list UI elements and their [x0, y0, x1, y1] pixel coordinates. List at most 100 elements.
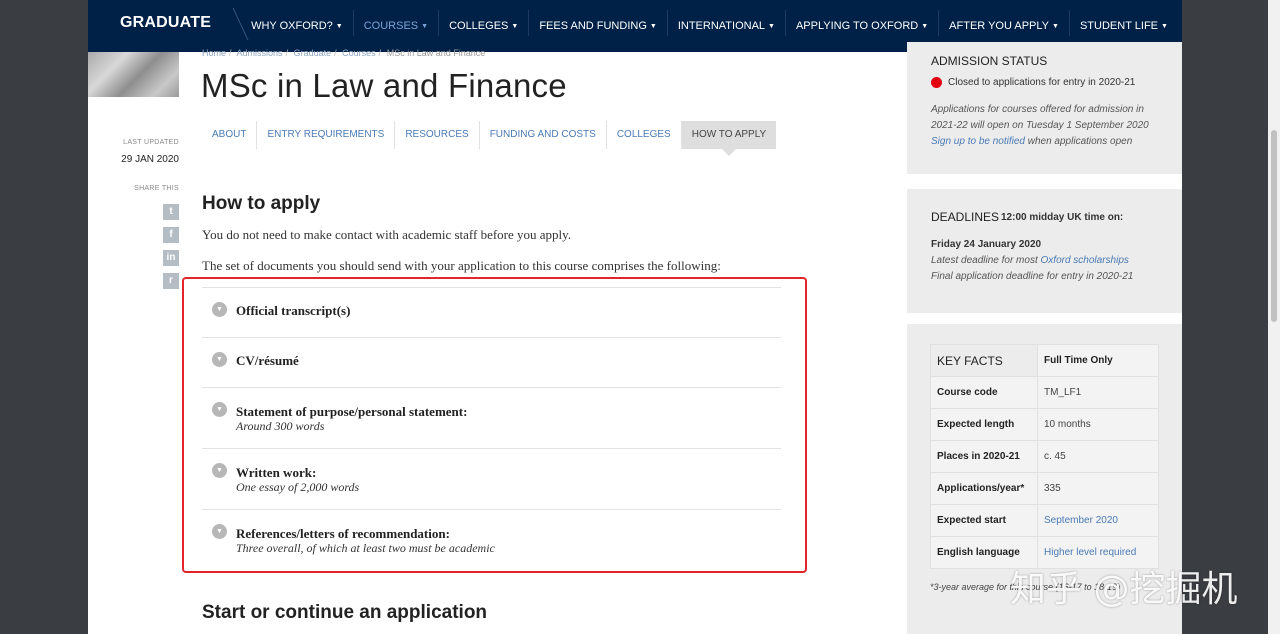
page-scrollbar[interactable]	[1268, 0, 1280, 634]
accordion-title: Official transcript(s)	[236, 303, 351, 318]
tab-about[interactable]: ABOUT	[202, 121, 258, 149]
admission-notify-line: Sign up to be notified when applications…	[931, 136, 1133, 147]
watermark: 知乎 @挖掘机	[1010, 569, 1238, 610]
nav-why-oxford[interactable]: WHY OXFORD? ▼	[241, 6, 353, 46]
chevron-down-icon: ▼	[212, 524, 227, 539]
section-heading: How to apply	[202, 193, 321, 214]
share-label: SHARE THIS	[134, 185, 179, 192]
breadcrumb-separator: /	[229, 48, 232, 58]
tab-funding-and-costs[interactable]: FUNDING AND COSTS	[480, 121, 607, 149]
expected-start-link[interactable]: September 2020	[1037, 504, 1159, 537]
accordion-item[interactable]: ▼ CV/résumé	[202, 337, 781, 387]
fact-key: Course code	[930, 376, 1038, 409]
scrollbar-thumb[interactable]	[1271, 130, 1277, 322]
deadlines-heading: DEADLINES	[931, 210, 1000, 224]
caret-down-icon: ▼	[421, 23, 429, 30]
brand-graduate[interactable]: GRADUATE	[88, 0, 241, 52]
breadcrumb: Home / Admissions / Graduate / Courses / MSc…	[202, 48, 488, 58]
deadline-date: Friday 24 January 2020	[931, 239, 1042, 250]
accordion-item[interactable]: ▼ Written work: One essay of 2,000 words	[202, 448, 781, 509]
fact-value: TM_LF1	[1037, 376, 1159, 409]
last-updated-value: 29 JAN 2020	[121, 154, 179, 165]
accordion-item[interactable]: ▼ Statement of purpose/personal statemen…	[202, 387, 781, 448]
nav-international[interactable]: INTERNATIONAL ▼	[668, 6, 785, 46]
accordion-title: Statement of purpose/personal statement:	[236, 404, 468, 419]
last-updated-label: LAST UPDATED	[123, 139, 179, 146]
sign-up-notified-link[interactable]: Sign up to be notified	[931, 136, 1025, 147]
page: GRADUATE WHY OXFORD? ▼ COURSES ▼ COLLEGES ▼…	[88, 0, 1182, 634]
deadlines-time-note: 12:00 midday UK time on:	[1001, 212, 1124, 223]
nav-after-you-apply[interactable]: AFTER YOU APPLY ▼	[939, 6, 1069, 46]
key-facts-heading: KEY FACTS	[930, 344, 1038, 377]
page-title: MSc in Law and Finance	[201, 67, 567, 104]
tab-entry-requirements[interactable]: ENTRY REQUIREMENTS	[257, 121, 396, 149]
caret-down-icon: ▼	[921, 23, 929, 30]
accordion-subtitle: One essay of 2,000 words	[236, 480, 360, 494]
status-dot-icon	[931, 77, 942, 88]
documents-intro: The set of documents you should send wit…	[202, 258, 721, 273]
fact-key: Places in 2020-21	[930, 440, 1038, 473]
course-tabs: ABOUT ENTRY REQUIREMENTS RESOURCES FUNDI…	[202, 121, 777, 156]
linkedin-icon[interactable]: in	[163, 250, 179, 266]
table-row: KEY FACTS Full Time Only	[930, 344, 1159, 377]
intro-paragraph: You do not need to make contact with aca…	[202, 227, 572, 242]
twitter-icon[interactable]: t	[163, 204, 179, 220]
nav-colleges[interactable]: COLLEGES ▼	[439, 6, 528, 46]
admission-status-text: Closed to applications for entry in 2020…	[948, 77, 1136, 88]
fact-value: 10 months	[1037, 408, 1159, 441]
reddit-icon[interactable]: r	[163, 273, 179, 289]
breadcrumb-separator: /	[285, 48, 289, 58]
accordion-subtitle: Around 300 words	[236, 419, 325, 433]
table-row: Course code TM_LF1	[930, 376, 1159, 409]
accordion-item[interactable]: ▼ Official transcript(s)	[202, 287, 781, 337]
caret-down-icon: ▼	[649, 23, 657, 30]
deadlines-panel: DEADLINES 12:00 midday UK time on: Frida…	[907, 189, 1182, 313]
oxford-scholarships-link[interactable]: Oxford scholarships	[1041, 255, 1129, 266]
table-row: Applications/year* 335	[930, 472, 1159, 505]
tab-how-to-apply[interactable]: HOW TO APPLY	[681, 121, 777, 156]
chevron-down-icon: ▼	[212, 302, 227, 317]
caret-down-icon: ▼	[1052, 23, 1059, 30]
fact-value: 335	[1037, 472, 1159, 505]
facebook-icon[interactable]: f	[163, 227, 179, 243]
breadcrumb-home[interactable]: Home	[202, 48, 226, 58]
breadcrumb-separator: /	[378, 48, 382, 58]
nav-courses[interactable]: COURSES ▼	[354, 6, 438, 46]
fact-value: c. 45	[1037, 440, 1159, 473]
accordion-title: Written work:	[236, 465, 317, 480]
accordion-item[interactable]: ▼ References/letters of recommendation: …	[202, 509, 781, 569]
accordion-title: References/letters of recommendation:	[236, 526, 450, 541]
breadcrumb-graduate[interactable]: Graduate	[294, 48, 332, 58]
chevron-down-icon: ▼	[212, 463, 227, 478]
chevron-down-icon: ▼	[212, 352, 227, 367]
admission-status-heading: ADMISSION STATUS	[931, 54, 1048, 68]
breadcrumb-separator: /	[334, 48, 337, 58]
breadcrumb-admissions[interactable]: Admissions	[237, 48, 283, 58]
accordion-subtitle: Three overall, of which at least two mus…	[236, 541, 495, 555]
table-row: Expected start September 2020	[930, 504, 1159, 537]
tab-resources[interactable]: RESOURCES	[395, 121, 480, 149]
course-thumbnail-image	[88, 52, 179, 97]
admission-note-line2: 2021-22 will open on Tuesday 1 September…	[931, 120, 1149, 131]
nav-fees-and-funding[interactable]: FEES AND FUNDING ▼	[529, 6, 667, 46]
fact-key: Applications/year*	[930, 472, 1038, 505]
admission-status-panel: ADMISSION STATUS Closed to applications …	[907, 42, 1182, 174]
fact-key: Expected length	[930, 408, 1038, 441]
caret-down-icon: ▼	[335, 23, 343, 30]
section-heading-start-application: Start or continue an application	[202, 602, 488, 623]
accordion-title: CV/résumé	[236, 353, 299, 368]
caret-down-icon: ▼	[511, 23, 519, 30]
breadcrumb-courses[interactable]: Courses	[342, 48, 376, 58]
table-row: Expected length 10 months	[930, 408, 1159, 441]
caret-down-icon: ▼	[1161, 23, 1168, 30]
chevron-down-icon: ▼	[212, 402, 227, 417]
admission-note-line1: Applications for courses offered for adm…	[931, 104, 1144, 115]
deadline-line1: Latest deadline for most Oxford scholars…	[931, 255, 1129, 266]
nav-applying-to-oxford[interactable]: APPLYING TO OXFORD ▼	[786, 6, 938, 46]
tab-colleges[interactable]: COLLEGES	[607, 121, 682, 149]
key-facts-table: KEY FACTS Full Time Only Course code TM_…	[930, 344, 1159, 569]
key-facts-mode: Full Time Only	[1037, 344, 1159, 377]
nav-student-life[interactable]: STUDENT LIFE ▼	[1070, 6, 1178, 46]
breadcrumb-current: MSc in Law and Finance	[386, 48, 486, 58]
deadline-line2: Final application deadline for entry in …	[931, 271, 1134, 282]
